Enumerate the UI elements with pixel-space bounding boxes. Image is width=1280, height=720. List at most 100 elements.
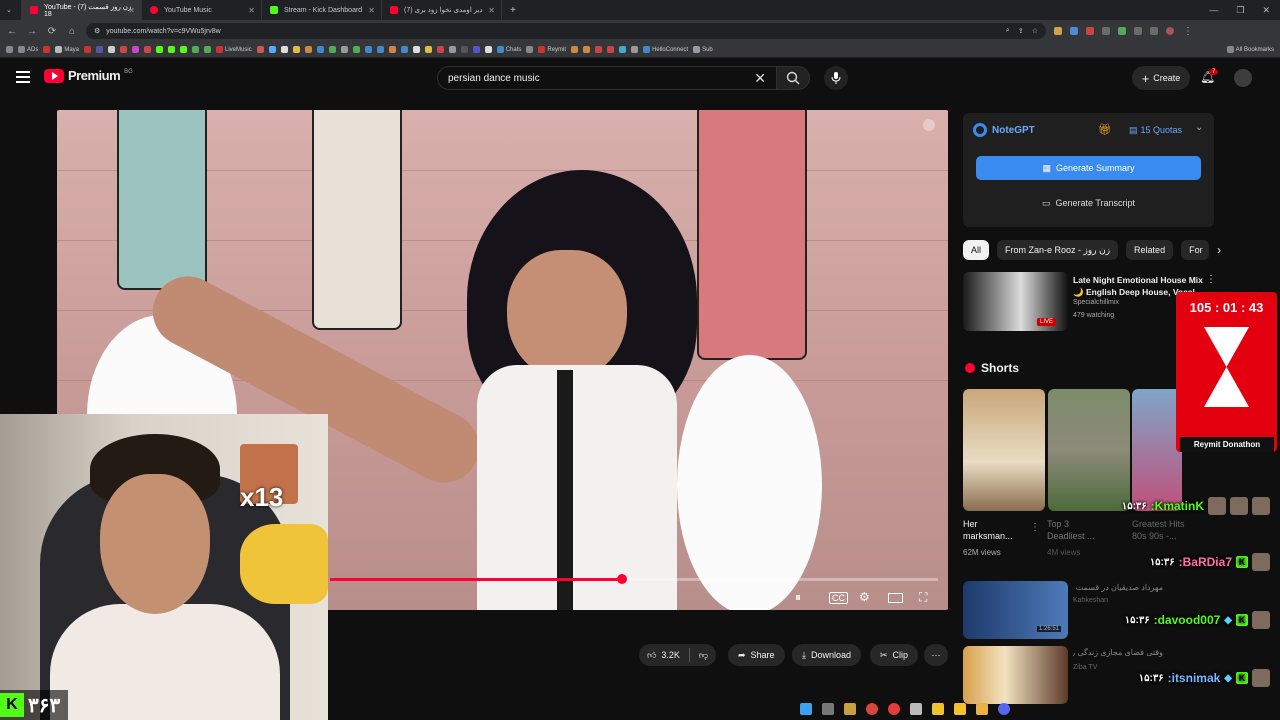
tab-menu[interactable]: ⌄ — [0, 0, 22, 20]
zoom-icon[interactable]: ⌕ — [1006, 27, 1010, 35]
chip-from-channel[interactable]: From Zan-e Rooz - زن روز — [997, 240, 1119, 260]
short-title[interactable]: Top 3 Deadliest ... — [1047, 518, 1095, 542]
bookmark-item[interactable] — [607, 46, 615, 53]
taskbar-app-icon[interactable] — [932, 703, 944, 715]
fullscreen-icon[interactable]: ⛶ — [919, 590, 927, 605]
bookmark-item[interactable] — [352, 46, 360, 53]
bookmark-item[interactable] — [304, 46, 312, 53]
video-title[interactable]: وقتی فضای مجازی زندگی را به پایان میرکشد — [1073, 648, 1163, 657]
short-thumbnail[interactable] — [1132, 389, 1182, 511]
bookmark-maya[interactable]: Maya — [55, 46, 79, 53]
like-button[interactable]: 👍︎ 3.2K — [647, 650, 680, 661]
bookmark-item[interactable] — [424, 46, 432, 53]
gift-icon[interactable]: 🎁︎ — [1098, 123, 1112, 136]
theater-mode-icon[interactable] — [888, 593, 903, 603]
profile-avatar-icon[interactable] — [1166, 27, 1174, 35]
info-icon[interactable] — [923, 119, 935, 131]
taskbar-app-icon[interactable] — [954, 703, 966, 715]
browser-tab-youtube[interactable]: YouTube - (7) زن روز قسمت 18 ✕ — [22, 0, 142, 20]
url-field[interactable]: ⚙ youtube.com/watch?v=c9VWu5jrv8w ⌕ ⇪ ☆ — [86, 23, 1046, 39]
extension-icon[interactable] — [1134, 27, 1142, 35]
browser-menu-icon[interactable]: ⋮ — [1182, 26, 1194, 37]
settings-gear-icon[interactable]: ⚙︎ — [859, 590, 870, 604]
close-icon[interactable]: ✕ — [368, 6, 375, 15]
generate-transcript-button[interactable]: ▭ Generate Transcript — [976, 191, 1201, 215]
discord-icon[interactable] — [998, 703, 1010, 715]
extension-icon[interactable] — [1054, 27, 1062, 35]
bookmark-item[interactable] — [316, 46, 324, 53]
bookmark-item[interactable] — [583, 46, 591, 53]
bookmark-item[interactable] — [84, 46, 92, 53]
video-thumbnail[interactable] — [963, 646, 1068, 704]
chrome-icon[interactable] — [866, 703, 878, 715]
bookmark-item[interactable] — [376, 46, 384, 53]
extension-icon[interactable] — [1118, 27, 1126, 35]
taskbar-app-icon[interactable] — [888, 703, 900, 715]
home-icon[interactable]: ⌂ — [66, 26, 78, 37]
generate-summary-button[interactable]: ▦ Generate Summary — [976, 156, 1201, 180]
bookmark-item[interactable] — [472, 46, 480, 53]
bookmark-item[interactable] — [96, 46, 104, 53]
bookmark-item[interactable] — [292, 46, 300, 53]
more-options-icon[interactable]: ⋮ — [1206, 274, 1216, 285]
bookmark-item[interactable] — [364, 46, 372, 53]
forward-icon[interactable]: → — [26, 26, 38, 37]
bookmark-item[interactable] — [108, 46, 116, 53]
windows-start-icon[interactable] — [800, 703, 812, 715]
voice-search-button[interactable] — [824, 66, 848, 90]
bookmark-item[interactable] — [388, 46, 396, 53]
share-url-icon[interactable]: ⇪ — [1018, 27, 1024, 35]
bookmark-item[interactable] — [571, 46, 579, 53]
search-input[interactable]: persian dance music ✕ — [437, 66, 777, 90]
chip-all[interactable]: All — [963, 240, 990, 260]
bookmark-item[interactable] — [268, 46, 276, 53]
site-info-icon[interactable]: ⚙ — [94, 27, 100, 35]
channel-name[interactable]: Ziba TV — [1073, 664, 1097, 671]
bookmark-item[interactable] — [180, 46, 188, 53]
back-icon[interactable]: ← — [6, 26, 18, 37]
bookmark-folder-ads[interactable]: ADs — [18, 46, 38, 53]
account-avatar[interactable] — [1234, 69, 1252, 87]
bookmark-item[interactable] — [192, 46, 200, 53]
bookmark-item[interactable] — [328, 46, 336, 53]
quotas-badge[interactable]: ▤ 15 Quotas — [1125, 122, 1186, 138]
bookmark-star-icon[interactable]: ☆ — [1032, 27, 1038, 35]
bookmark-chats[interactable]: Chats — [496, 46, 521, 53]
apps-icon[interactable] — [6, 46, 13, 53]
bookmark-sub[interactable]: Sub — [693, 46, 713, 53]
create-button[interactable]: + Create — [1132, 66, 1190, 90]
clear-search-icon[interactable]: ✕ — [754, 70, 766, 87]
taskbar-app-icon[interactable] — [844, 703, 856, 715]
video-progress-bar[interactable] — [330, 574, 938, 584]
extension-icon[interactable] — [1070, 27, 1078, 35]
browser-tab-youtube-music[interactable]: YouTube Music ✕ — [142, 0, 262, 20]
short-title[interactable]: Her marksman... — [963, 518, 1013, 542]
bookmark-helloconnect[interactable]: HelloConnect — [643, 46, 688, 53]
short-thumbnail[interactable] — [963, 389, 1045, 511]
bookmark-item[interactable] — [256, 46, 264, 53]
more-actions-button[interactable]: ⋯ — [924, 644, 948, 666]
channel-name[interactable]: Specialchillmix — [1073, 299, 1119, 306]
video-title[interactable]: مهرداد صدیقیان در قسمت اول پاتوق — [1073, 583, 1163, 592]
bookmark-item[interactable] — [156, 46, 164, 53]
file-explorer-icon[interactable] — [976, 703, 988, 715]
short-title[interactable]: Greatest Hits 80s 90s -... — [1132, 518, 1185, 542]
bookmark-item[interactable] — [526, 46, 534, 53]
bookmark-reymit[interactable]: Reymit — [538, 46, 566, 53]
youtube-premium-logo[interactable]: Premium BG — [44, 68, 133, 83]
bookmark-item[interactable] — [631, 46, 639, 53]
close-icon[interactable]: ✕ — [128, 6, 135, 15]
chip-for-you[interactable]: For — [1181, 240, 1210, 260]
download-button[interactable]: ⤓ Download — [792, 644, 862, 666]
bookmark-item[interactable] — [168, 46, 176, 53]
bookmark-item[interactable] — [43, 46, 51, 53]
pause-icon[interactable]: ⏸︎ — [795, 590, 801, 605]
close-icon[interactable]: ✕ — [248, 6, 255, 15]
bookmark-item[interactable] — [412, 46, 420, 53]
bookmark-item[interactable] — [204, 46, 212, 53]
browser-tab-kick[interactable]: Stream - Kick Dashboard ✕ — [262, 0, 382, 20]
channel-name[interactable]: Kahkeshan — [1073, 597, 1108, 604]
all-bookmarks[interactable]: All Bookmarks — [1226, 46, 1274, 53]
share-button[interactable]: ➦ Share — [728, 644, 785, 666]
chip-related[interactable]: Related — [1126, 240, 1174, 260]
